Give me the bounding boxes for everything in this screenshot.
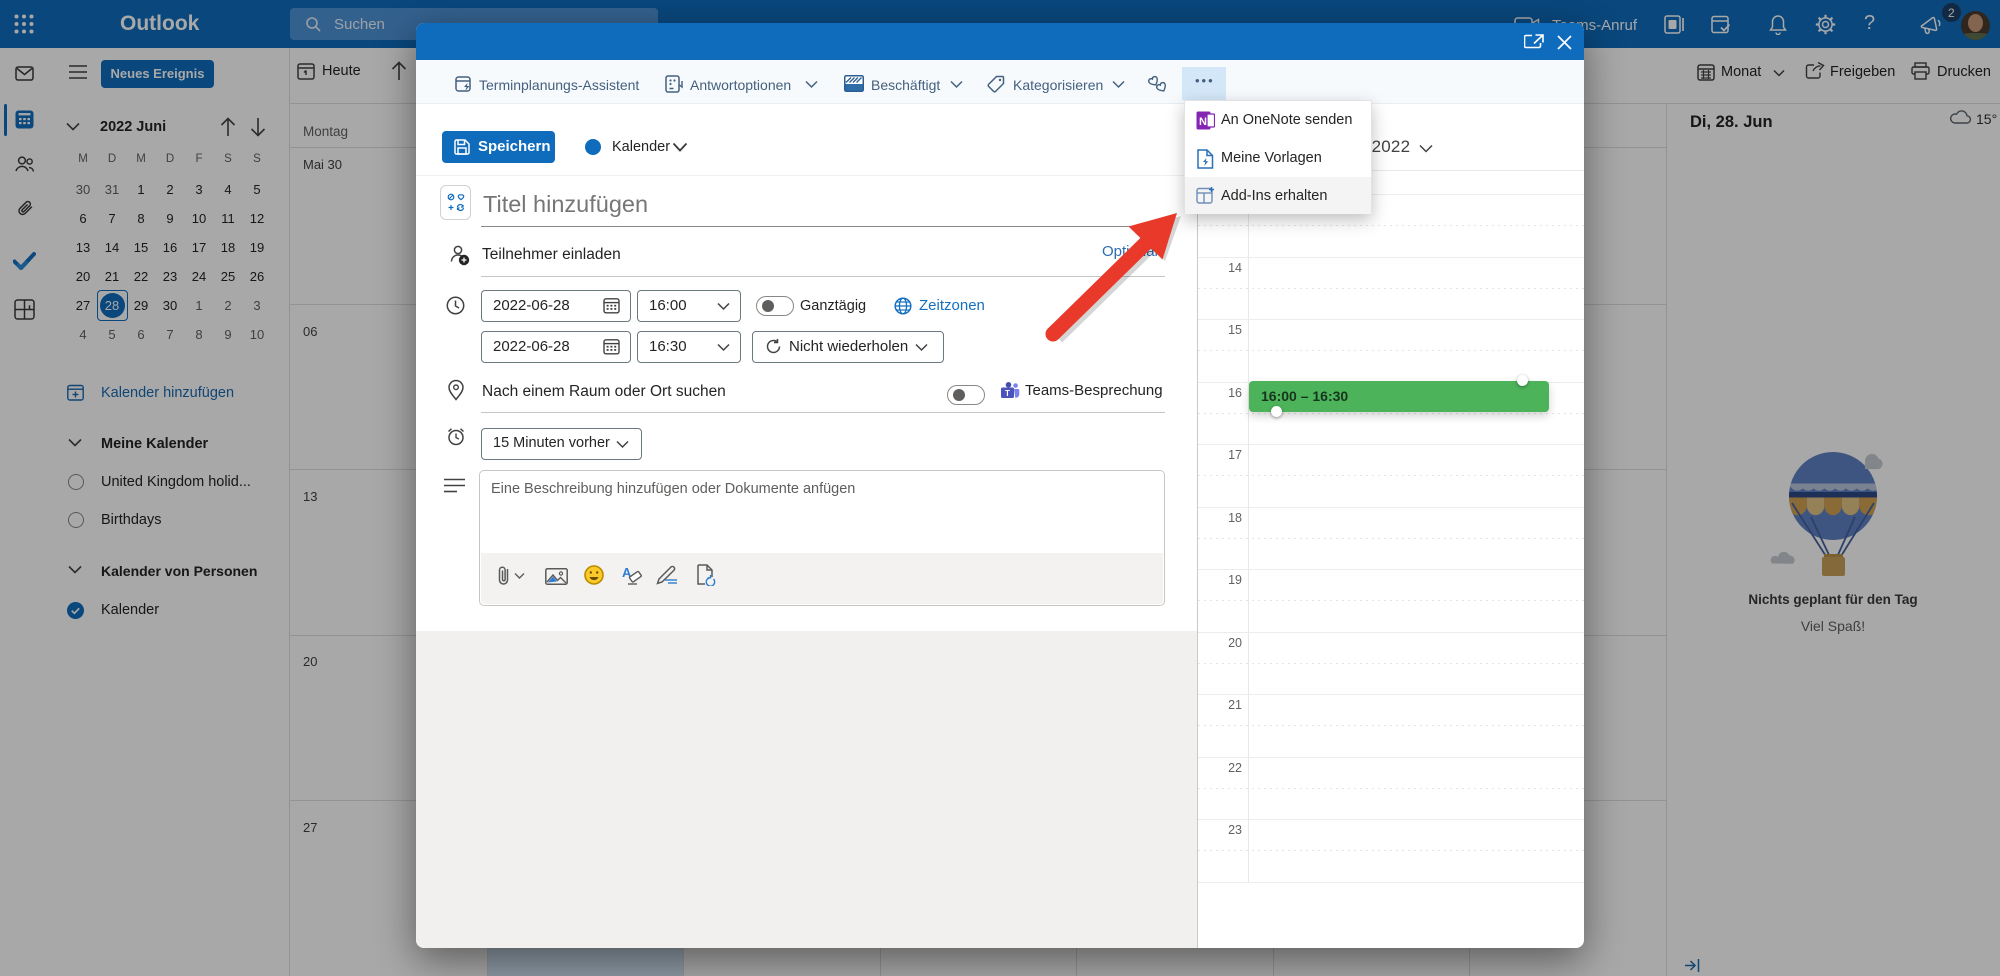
svg-text:T: T	[1005, 389, 1010, 398]
svg-text:N: N	[1199, 116, 1207, 128]
